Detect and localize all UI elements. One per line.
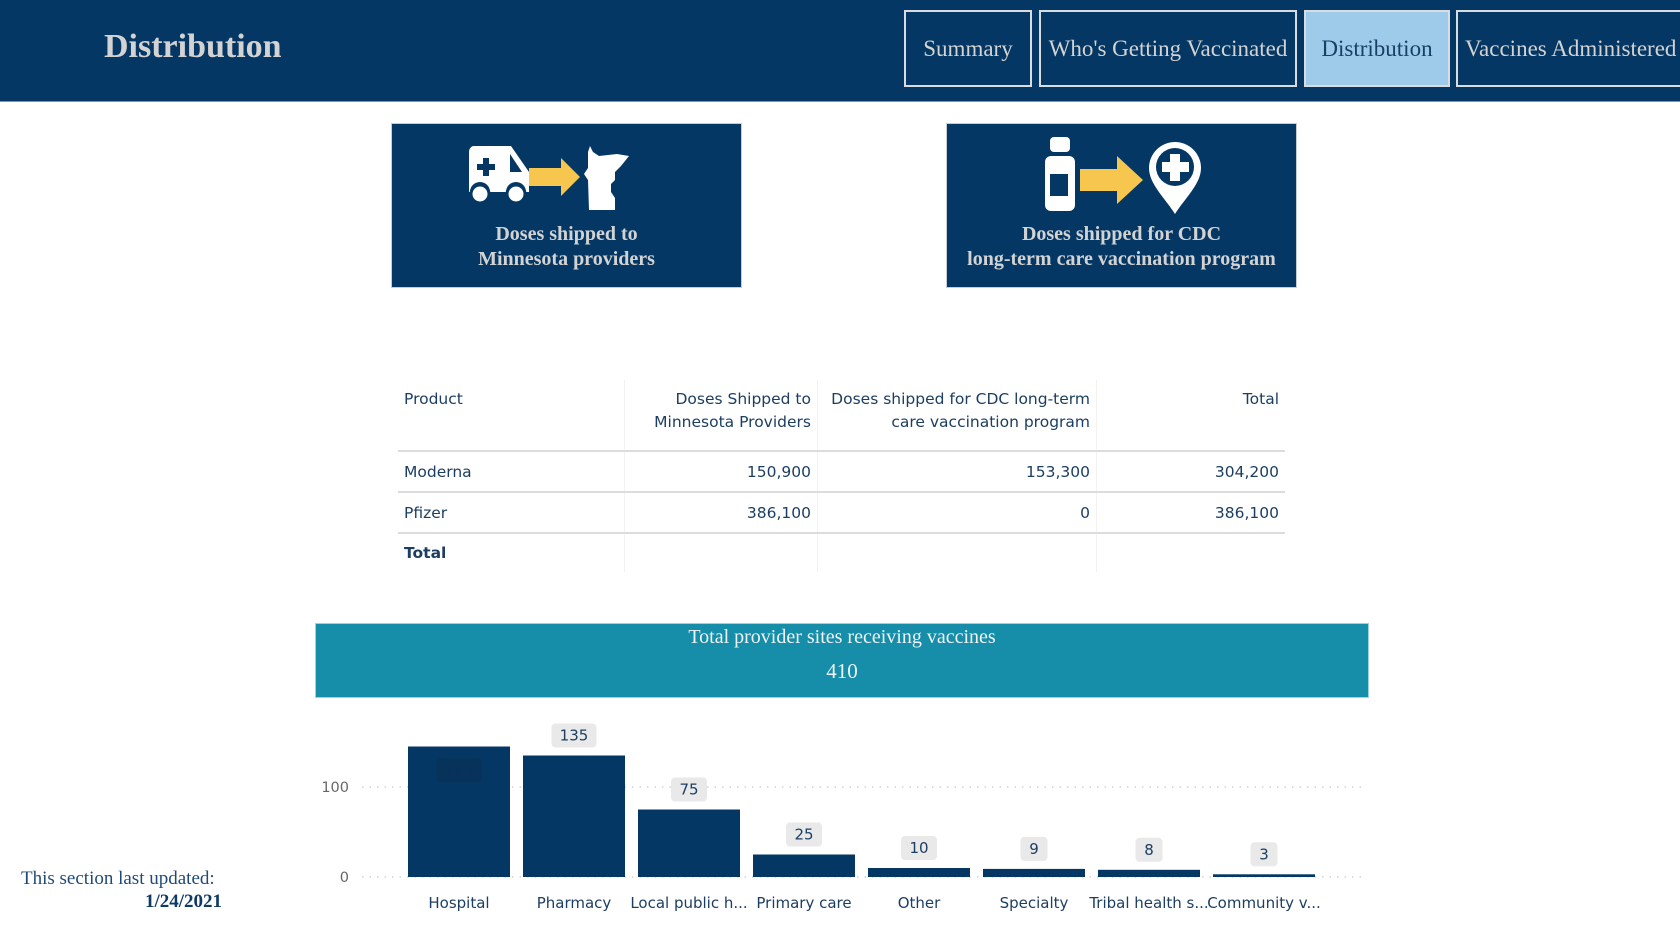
card2-label-line2: long-term care vaccination program <box>967 248 1276 270</box>
data-label: 75 <box>679 781 698 799</box>
total-sites-banner: Total provider sites receiving vaccines … <box>315 623 1369 698</box>
col-header-product[interactable]: Product <box>398 380 625 452</box>
tab-vaccines-administered[interactable]: Vaccines Administered <box>1456 10 1680 87</box>
x-category-label: Specialty <box>1000 894 1069 912</box>
cell-mn-doses: 386,100 <box>624 492 818 534</box>
card2-label: Doses shipped for CDC long-term care vac… <box>947 222 1296 272</box>
data-label: 10 <box>909 839 928 857</box>
table-total-row: Total <box>398 533 1285 572</box>
cell-empty <box>1096 533 1285 572</box>
y-tick-label: 0 <box>340 870 349 886</box>
data-label: 8 <box>1144 841 1154 859</box>
x-category-label: Other <box>898 894 941 912</box>
card-doses-to-mn-providers[interactable]: Doses shipped to Minnesota providers <box>391 123 742 288</box>
cell-total: 386,100 <box>1096 492 1285 534</box>
tab-distribution[interactable]: Distribution <box>1304 10 1450 87</box>
cell-empty <box>817 533 1097 572</box>
card1-icon-group <box>468 146 629 210</box>
arrow-right-icon <box>529 158 580 196</box>
col-header-mn-line1: Doses Shipped to <box>675 390 811 408</box>
cell-product: Moderna <box>398 451 625 493</box>
total-sites-title: Total provider sites receiving vaccines <box>688 626 996 648</box>
x-category-label: Tribal health s... <box>1088 894 1208 912</box>
cell-cdc-doses: 0 <box>817 492 1097 534</box>
card-doses-cdc-ltc-program[interactable]: Doses shipped for CDC long-term care vac… <box>946 123 1297 288</box>
col-header-cdc-line2: care vaccination program <box>891 413 1090 431</box>
card1-label: Doses shipped to Minnesota providers <box>392 222 741 272</box>
x-category-label: Pharmacy <box>537 894 612 912</box>
card1-label-line2: Minnesota providers <box>478 248 655 270</box>
bar-local-public-h[interactable] <box>638 809 740 878</box>
bar-tribal-health-s[interactable] <box>1098 869 1200 877</box>
data-label: 9 <box>1029 840 1039 858</box>
cell-product: Pfizer <box>398 492 625 534</box>
minnesota-map-icon <box>584 146 629 210</box>
cell-mn-doses: 150,900 <box>624 451 818 493</box>
vaccine-vial-icon <box>1045 137 1075 211</box>
last-updated-label: This section last updated: <box>21 868 215 889</box>
header-bar: Distribution Summary Who's Getting Vacci… <box>0 0 1680 102</box>
cell-total-label: Total <box>404 544 447 562</box>
last-updated-date: 1/24/2021 <box>144 891 222 912</box>
arrow-right-icon <box>1080 156 1143 204</box>
data-label: 145 <box>445 762 474 780</box>
data-label: 25 <box>794 826 813 844</box>
cell-empty <box>624 533 818 572</box>
col-header-cdc-line1: Doses shipped for CDC long-term <box>831 390 1090 408</box>
bar-specialty[interactable] <box>983 868 1085 877</box>
tab-whos-getting-vaccinated[interactable]: Who's Getting Vaccinated <box>1039 10 1297 87</box>
bar-community-v[interactable] <box>1213 874 1315 877</box>
x-category-label: Primary care <box>756 894 851 912</box>
table-row: Pfizer 386,100 0 386,100 <box>398 492 1285 534</box>
ambulance-icon <box>468 146 529 205</box>
doses-table: Product Doses Shipped to Minnesota Provi… <box>398 380 1285 572</box>
medical-location-pin-icon <box>1149 142 1201 214</box>
bar-pharmacy[interactable] <box>523 755 625 878</box>
col-header-cdc-program[interactable]: Doses shipped for CDC long-term care vac… <box>817 380 1097 452</box>
y-tick-label: 100 <box>321 780 349 796</box>
cell-total: 304,200 <box>1096 451 1285 493</box>
cell-cdc-doses: 153,300 <box>817 451 1097 493</box>
x-category-label: Hospital <box>428 894 489 912</box>
data-label: 3 <box>1259 845 1269 863</box>
x-category-label: Local public h... <box>630 894 747 912</box>
col-header-total[interactable]: Total <box>1096 380 1285 452</box>
col-header-mn-line2: Minnesota Providers <box>654 413 811 431</box>
bar-primary-care[interactable] <box>753 854 855 878</box>
card1-label-line1: Doses shipped to <box>495 223 638 245</box>
table-row: Moderna 150,900 153,300 304,200 <box>398 451 1285 493</box>
tab-summary[interactable]: Summary <box>904 10 1032 87</box>
card2-label-line1: Doses shipped for CDC <box>1021 223 1222 245</box>
col-header-mn-providers[interactable]: Doses Shipped to Minnesota Providers <box>624 380 818 452</box>
total-sites-value: 410 <box>826 659 858 683</box>
x-category-label: Community v... <box>1207 894 1321 912</box>
page-title: Distribution <box>104 28 282 65</box>
bar-other[interactable] <box>868 868 970 877</box>
card2-icon-group <box>1045 137 1201 214</box>
data-label: 135 <box>560 727 589 745</box>
provider-sites-bar-chart: 0 100 145 Hospital 135 Pharmacy 75 Local public… <box>321 723 1365 912</box>
table-header-row: Product Doses Shipped to Minnesota Provi… <box>398 380 1285 452</box>
